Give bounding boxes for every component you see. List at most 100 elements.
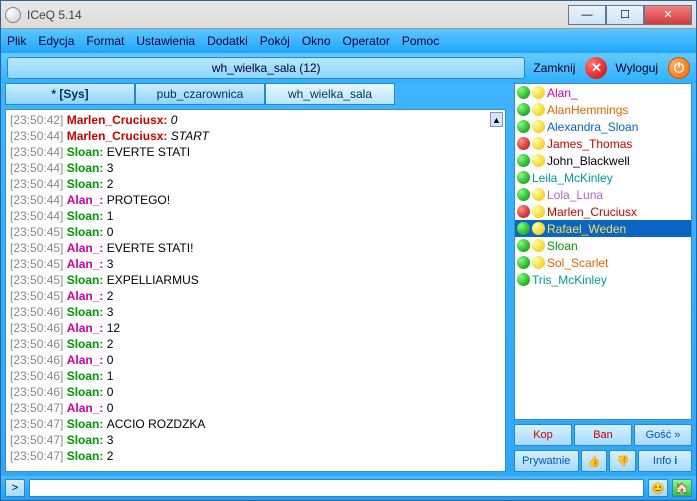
private-button[interactable]: Prywatnie <box>514 450 579 472</box>
menu-okno[interactable]: Okno <box>302 34 331 48</box>
chat-msg: 1 <box>107 209 114 223</box>
user-row[interactable]: AlanHemmings <box>515 101 691 118</box>
room-title: wh_wielka_sala (12) <box>7 57 525 79</box>
chat-msg: 2 <box>107 337 114 351</box>
thumbs-down-button[interactable]: 👎 <box>609 450 636 472</box>
thumbs-up-button[interactable]: 👍 <box>581 450 608 472</box>
chat-line: [23:50:44] Marlen_Cruciusx: START <box>10 128 501 144</box>
user-row[interactable]: Leila_McKinley <box>515 169 691 186</box>
status-green-icon <box>517 86 530 99</box>
menu-format[interactable]: Format <box>86 34 124 48</box>
timestamp: [23:50:46] <box>10 369 67 383</box>
home-button[interactable]: 🏠 <box>672 479 692 497</box>
chat-msg: EVERTE STATI! <box>107 241 194 255</box>
chat-nick: Sloan: <box>67 273 107 287</box>
chat-msg: 3 <box>107 305 114 319</box>
chat-line: [23:50:42] Marlen_Cruciusx: 0 <box>10 112 501 128</box>
guest-button[interactable]: Gość » <box>634 424 692 446</box>
user-name: James_Thomas <box>547 137 632 151</box>
status-green-icon <box>517 154 530 167</box>
user-row[interactable]: Marlen_Cruciusx <box>515 203 691 220</box>
chat-msg: 0 <box>171 113 178 127</box>
user-row[interactable]: Sloan <box>515 237 691 254</box>
chat-msg: 12 <box>107 321 120 335</box>
timestamp: [23:50:45] <box>10 273 67 287</box>
info-button[interactable]: Info i <box>638 450 692 472</box>
window-title: ICeQ 5.14 <box>27 8 568 22</box>
chat-log[interactable]: ▲ [23:50:42] Marlen_Cruciusx: 0[23:50:44… <box>5 109 506 472</box>
chat-line: [23:50:44] Sloan: 3 <box>10 160 501 176</box>
timestamp: [23:50:44] <box>10 129 67 143</box>
timestamp: [23:50:47] <box>10 417 67 431</box>
window-close-button[interactable]: ✕ <box>644 5 692 25</box>
user-row[interactable]: Rafael_Weden <box>515 220 691 237</box>
menu-plik[interactable]: Plik <box>7 34 26 48</box>
status-yellow-icon <box>532 86 545 99</box>
timestamp: [23:50:44] <box>10 161 67 175</box>
menu-pomoc[interactable]: Pomoc <box>402 34 439 48</box>
menu-edycja[interactable]: Edycja <box>38 34 74 48</box>
tab-0[interactable]: * [Sys] <box>5 83 135 105</box>
maximize-button[interactable]: ☐ <box>606 5 644 25</box>
chat-nick: Sloan: <box>67 449 107 463</box>
status-yellow-icon <box>532 205 545 218</box>
user-row[interactable]: Alexandra_Sloan <box>515 118 691 135</box>
chat-line: [23:50:45] Sloan: EXPELLIARMUS <box>10 272 501 288</box>
logout-label: Wyloguj <box>615 61 658 75</box>
chat-msg: PROTEGO! <box>107 193 170 207</box>
user-row[interactable]: Sol_Scarlet <box>515 254 691 271</box>
status-green-icon <box>517 188 530 201</box>
status-red-icon <box>517 205 530 218</box>
menu-pokój[interactable]: Pokój <box>260 34 290 48</box>
menu-operator[interactable]: Operator <box>343 34 390 48</box>
timestamp: [23:50:46] <box>10 305 67 319</box>
tab-1[interactable]: pub_czarownica <box>135 83 265 105</box>
logout-button[interactable]: ⏻ <box>668 57 690 79</box>
user-row[interactable]: John_Blackwell <box>515 152 691 169</box>
menubar: Plik Edycja Format Ustawienia Dodatki Pokój Ok… <box>1 29 696 53</box>
close-room-button[interactable]: ✕ <box>585 57 607 79</box>
chat-nick: Alan_: <box>67 353 107 367</box>
chat-line: [23:50:45] Sloan: 0 <box>10 224 501 240</box>
user-row[interactable]: Lola_Luna <box>515 186 691 203</box>
ban-button[interactable]: Ban <box>574 424 632 446</box>
tab-2[interactable]: wh_wielka_sala <box>265 83 395 105</box>
timestamp: [23:50:45] <box>10 257 67 271</box>
chat-nick: Sloan: <box>67 385 107 399</box>
message-input[interactable] <box>29 479 644 497</box>
user-name: Sloan <box>547 239 578 253</box>
menu-ustawienia[interactable]: Ustawienia <box>136 34 195 48</box>
chat-nick: Alan_: <box>67 289 107 303</box>
user-list[interactable]: Alan_AlanHemmingsAlexandra_Sloan James_Th… <box>514 83 692 420</box>
chat-nick: Sloan: <box>67 433 107 447</box>
thumbs-down-icon: 👎 <box>616 455 630 468</box>
emoji-button[interactable]: 😊 <box>648 479 668 497</box>
chat-line: [23:50:47] Sloan: 3 <box>10 432 501 448</box>
user-row[interactable]: James_Thomas <box>515 135 691 152</box>
chat-nick: Sloan: <box>67 337 107 351</box>
user-name: Lola_Luna <box>547 188 603 202</box>
chat-nick: Alan_: <box>67 241 107 255</box>
home-icon: 🏠 <box>675 482 689 495</box>
chat-msg: 3 <box>107 161 114 175</box>
titlebar: ICeQ 5.14 — ☐ ✕ <box>1 1 696 29</box>
chat-msg: EVERTE STATI <box>107 145 190 159</box>
user-row[interactable]: Tris_McKinley <box>515 271 691 288</box>
user-row[interactable]: Alan_ <box>515 84 691 101</box>
kick-button[interactable]: Kop <box>514 424 572 446</box>
status-green-icon <box>517 273 530 286</box>
chat-line: [23:50:46] Alan_: 0 <box>10 352 501 368</box>
expand-input-button[interactable]: > <box>5 479 25 497</box>
user-name: Alan_ <box>547 86 578 100</box>
room-header: wh_wielka_sala (12) Zamknij ✕ Wyloguj ⏻ <box>1 53 696 83</box>
menu-dodatki[interactable]: Dodatki <box>207 34 248 48</box>
status-green-icon <box>517 256 530 269</box>
user-name: John_Blackwell <box>547 154 630 168</box>
minimize-button[interactable]: — <box>568 5 606 25</box>
chat-line: [23:50:44] Sloan: 1 <box>10 208 501 224</box>
chat-msg: 2 <box>107 449 114 463</box>
smiley-icon: 😊 <box>651 482 665 495</box>
timestamp: [23:50:44] <box>10 209 67 223</box>
app-icon <box>5 7 21 23</box>
scroll-up-icon[interactable]: ▲ <box>490 112 503 127</box>
